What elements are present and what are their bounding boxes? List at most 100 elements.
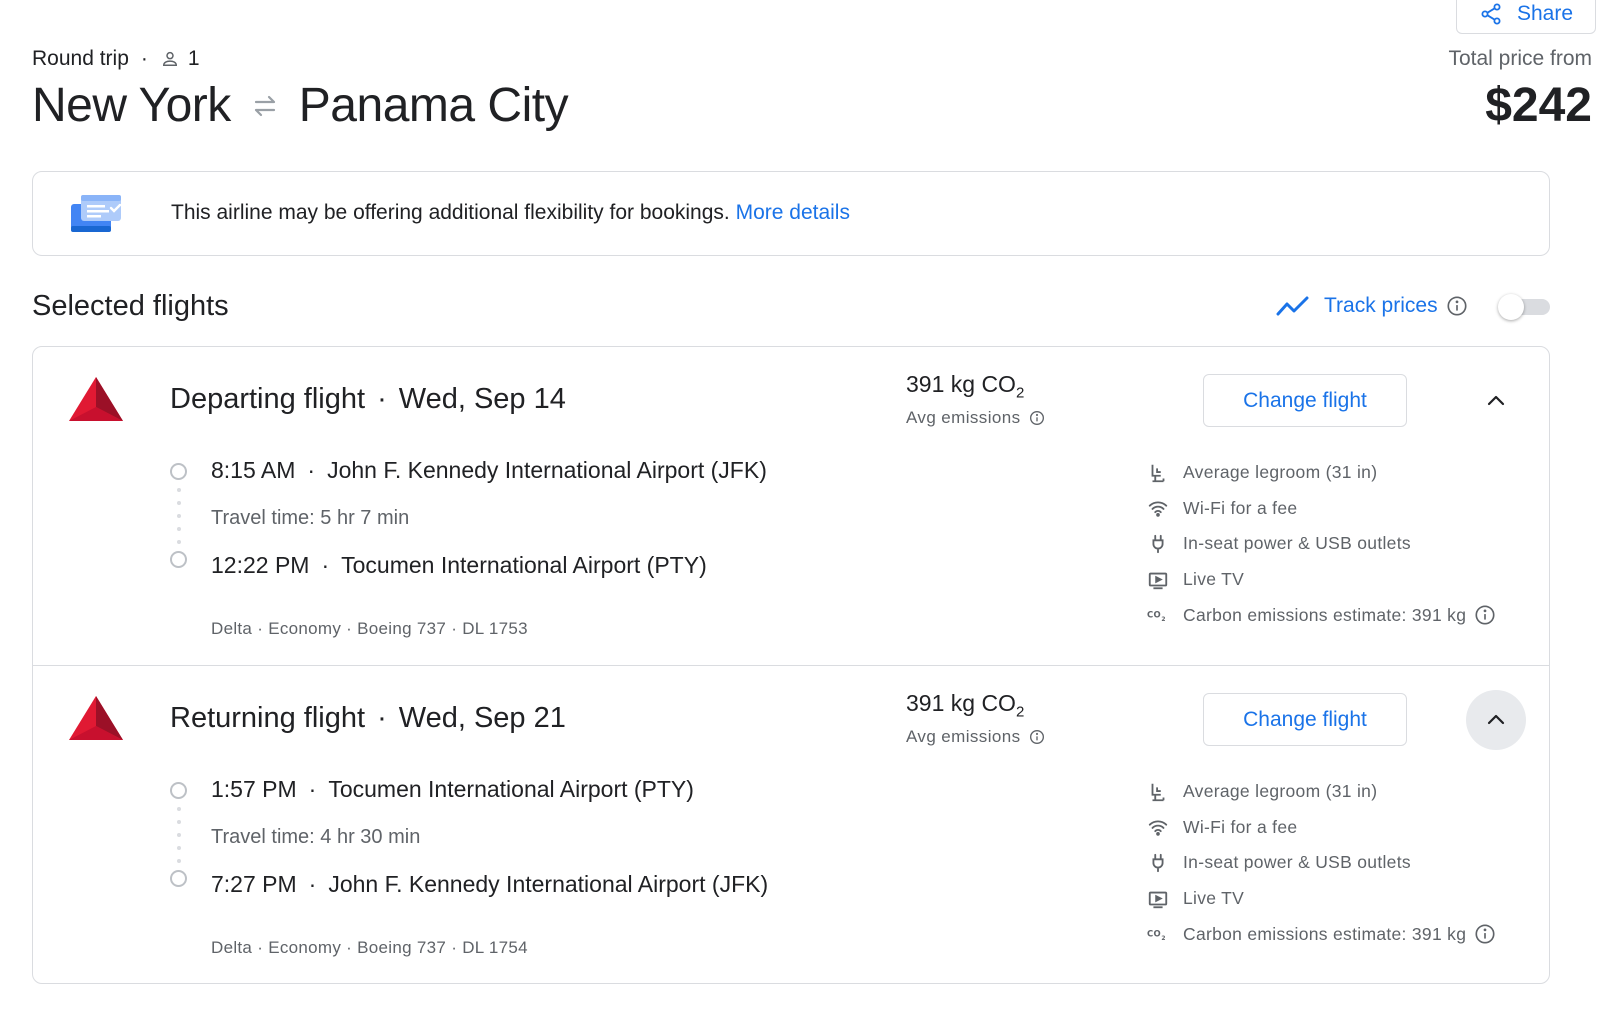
separator: · — [308, 776, 317, 802]
trip-meta: Round trip · 1 — [32, 47, 200, 71]
flight-details: Delta · Economy · Boeing 737 · DL 1753 — [211, 619, 528, 638]
info-icon[interactable] — [1029, 729, 1045, 745]
flight-heading: Departing flight · Wed, Sep 14 — [170, 383, 566, 416]
departure-info: 8:15 AM · John F. Kennedy International … — [211, 457, 767, 484]
timeline-dot — [177, 859, 181, 863]
arrival-dot — [170, 870, 187, 887]
booking-flex-icon — [71, 195, 122, 232]
departure-dot — [170, 782, 187, 799]
amenity-text: Carbon emissions estimate: 391 kg — [1183, 604, 1467, 625]
more-details-link[interactable]: More details — [736, 201, 850, 224]
collapse-button[interactable] — [1466, 690, 1526, 750]
co2-icon: CO2 — [1147, 610, 1166, 623]
total-price: $242 — [1485, 79, 1592, 132]
live-tv-icon — [1148, 572, 1168, 589]
departure-airport: John F. Kennedy International Airport (J… — [327, 457, 767, 483]
selected-flights-heading: Selected flights — [32, 290, 229, 322]
info-icon[interactable] — [1474, 923, 1496, 945]
power-plug-icon — [1152, 853, 1164, 873]
travel-time: Travel time: 4 hr 30 min — [211, 826, 421, 848]
flight-details: Delta · Economy · Boeing 737 · DL 1754 — [211, 938, 528, 957]
trend-icon — [1276, 296, 1309, 316]
share-button[interactable]: Share — [1456, 0, 1596, 34]
separator: · — [377, 702, 387, 734]
svg-text:CO: CO — [1147, 929, 1161, 939]
timeline-dot — [177, 846, 181, 850]
svg-text:CO: CO — [1147, 610, 1161, 620]
svg-text:2: 2 — [1161, 617, 1165, 623]
track-prices-label: Track prices — [1324, 294, 1438, 317]
separator: · — [321, 552, 330, 578]
track-prices[interactable]: Track prices — [1276, 294, 1468, 318]
separator: · — [377, 383, 387, 415]
flight-heading: Returning flight · Wed, Sep 21 — [170, 702, 566, 735]
svg-text:2: 2 — [1161, 936, 1165, 942]
change-flight-button[interactable]: Change flight — [1203, 374, 1407, 427]
amenity-power: In-seat power & USB outlets — [1145, 526, 1496, 562]
info-icon[interactable] — [1029, 410, 1045, 426]
timeline-dot — [177, 807, 181, 811]
amenity-text: In-seat power & USB outlets — [1183, 533, 1411, 554]
flight-date: Wed, Sep 14 — [398, 383, 566, 415]
emissions-summary: 391 kg CO2 Avg emissions — [906, 371, 1045, 428]
avg-emissions-label: Avg emissions — [906, 407, 1021, 427]
timeline-dot — [177, 501, 181, 505]
separator: · — [307, 457, 316, 483]
swap-arrows-icon — [254, 95, 275, 116]
arrival-airport: John F. Kennedy International Airport (J… — [328, 871, 769, 897]
arrival-time: 7:27 PM — [211, 871, 297, 897]
avg-emissions: Avg emissions — [906, 727, 1045, 747]
co2-amount: 391 kg CO — [906, 690, 1016, 716]
co2-value: 391 kg CO2 — [906, 371, 1045, 402]
amenity-text: Average legroom (31 in) — [1183, 781, 1378, 802]
amenity-power: In-seat power & USB outlets — [1145, 845, 1496, 881]
wifi-icon — [1148, 820, 1168, 837]
amenity-tv: Live TV — [1145, 562, 1496, 598]
itinerary-timeline — [169, 778, 189, 888]
arrival-dot — [170, 551, 187, 568]
departing-flight: Departing flight · Wed, Sep 14 391 kg CO… — [33, 347, 1549, 665]
emissions-summary: 391 kg CO2 Avg emissions — [906, 690, 1045, 747]
collapse-button[interactable] — [1466, 371, 1526, 431]
co2-subscript: 2 — [1015, 703, 1025, 721]
timeline-dot — [177, 540, 181, 544]
flight-date: Wed, Sep 21 — [398, 702, 566, 734]
separator: · — [308, 871, 317, 897]
seat-icon — [1151, 464, 1165, 482]
returning-flight: Returning flight · Wed, Sep 21 391 kg CO… — [33, 665, 1549, 983]
total-price-label: Total price from — [1448, 47, 1592, 70]
amenity-legroom: Average legroom (31 in) — [1145, 455, 1496, 491]
separator: · — [140, 47, 148, 70]
flight-direction: Returning flight — [170, 702, 366, 734]
route-title: New York Panama City — [32, 78, 569, 133]
share-label: Share — [1516, 2, 1574, 25]
flights-card: Departing flight · Wed, Sep 14 391 kg CO… — [32, 346, 1550, 984]
track-prices-toggle[interactable] — [1498, 294, 1550, 320]
departure-time: 1:57 PM — [211, 776, 297, 802]
info-icon[interactable] — [1474, 604, 1496, 626]
amenity-co2: CO 2 Carbon emissions estimate: 391 kg — [1145, 597, 1496, 633]
timeline-dot — [177, 833, 181, 837]
travel-time: Travel time: 5 hr 7 min — [211, 507, 410, 529]
arrival-airport: Tocumen International Airport (PTY) — [341, 552, 707, 578]
delta-logo-icon — [69, 696, 123, 740]
toggle-knob — [1498, 294, 1524, 320]
co2-subscript: 2 — [1015, 384, 1025, 402]
timeline-dot — [177, 820, 181, 824]
timeline-dot — [177, 488, 181, 492]
amenity-wifi: Wi-Fi for a fee — [1145, 810, 1496, 846]
person-icon — [162, 51, 177, 66]
avg-emissions-label: Avg emissions — [906, 726, 1021, 746]
banner-text-wrap: This airline may be offering additional … — [171, 201, 850, 225]
amenity-text: In-seat power & USB outlets — [1183, 852, 1411, 873]
destination-city: Panama City — [298, 79, 569, 132]
timeline-dot — [177, 514, 181, 518]
itinerary-timeline — [169, 459, 189, 569]
departure-time: 8:15 AM — [211, 457, 296, 483]
change-flight-button[interactable]: Change flight — [1203, 693, 1407, 746]
amenity-wifi: Wi-Fi for a fee — [1145, 491, 1496, 527]
live-tv-icon — [1148, 891, 1168, 908]
info-icon[interactable] — [1446, 295, 1468, 317]
departure-airport: Tocumen International Airport (PTY) — [328, 776, 694, 802]
flexibility-banner: This airline may be offering additional … — [32, 171, 1550, 256]
